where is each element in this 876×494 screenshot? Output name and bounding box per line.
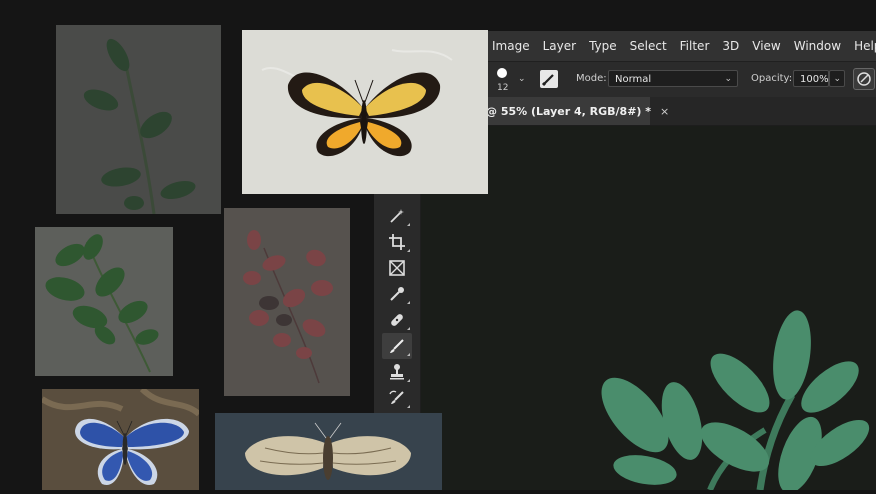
pink-leaves-photo <box>224 208 350 396</box>
healing-brush-icon <box>391 314 403 326</box>
menu-select[interactable]: Select <box>624 39 674 53</box>
mode-dropdown[interactable]: Normal ⌄ <box>608 70 738 87</box>
document-tab[interactable]: @ 55% (Layer 4, RGB/8#) * × <box>486 97 669 125</box>
frame-tool[interactable] <box>382 255 412 281</box>
brush-size-value: 12 <box>497 83 509 93</box>
opacity-value: 100% <box>800 74 829 85</box>
opacity-label: Opacity: <box>751 73 793 84</box>
opacity-dropdown-button[interactable]: ⌄ <box>829 70 845 87</box>
eyedropper-icon <box>390 287 404 301</box>
chevron-down-icon[interactable]: ⌄ <box>518 74 526 84</box>
crop-tool[interactable] <box>382 229 412 255</box>
brush-icon <box>390 339 404 353</box>
green-leaves-photo <box>35 227 173 376</box>
moth-photo <box>215 413 442 490</box>
document-title: @ 55% (Layer 4, RGB/8#) * <box>486 104 652 118</box>
blue-butterfly-photo <box>42 389 199 490</box>
document-canvas[interactable] <box>420 125 876 494</box>
frame-icon <box>389 260 405 276</box>
history-brush-tool[interactable] <box>382 385 412 411</box>
menu-help[interactable]: Help <box>848 39 876 53</box>
pressure-opacity-button[interactable] <box>853 68 875 90</box>
close-icon[interactable]: × <box>660 105 669 118</box>
leaf-sprig-photo <box>56 25 221 214</box>
mode-label: Mode: <box>576 73 607 84</box>
menu-image[interactable]: Image <box>486 39 537 53</box>
magic-wand-tool[interactable] <box>382 203 412 229</box>
menu-view[interactable]: View <box>746 39 787 53</box>
brush-tool[interactable] <box>382 333 412 359</box>
menu-3d[interactable]: 3D <box>716 39 746 53</box>
document-tab-bar: @ 55% (Layer 4, RGB/8#) * × <box>486 97 876 126</box>
clone-stamp-icon <box>390 364 404 380</box>
menu-layer[interactable]: Layer <box>537 39 583 53</box>
crop-icon <box>389 234 405 250</box>
brush-panel-icon <box>541 74 554 87</box>
brush-settings-button[interactable] <box>540 70 558 88</box>
healing-brush-tool[interactable] <box>382 307 412 333</box>
painted-leaves-artwork <box>601 310 870 494</box>
magic-wand-icon <box>390 209 404 223</box>
chevron-down-icon: ⌄ <box>724 74 732 84</box>
brush-preset-icon[interactable] <box>497 68 507 78</box>
menu-bar: Image Layer Type Select Filter 3D View W… <box>486 31 876 61</box>
menu-window[interactable]: Window <box>788 39 848 53</box>
mode-value: Normal <box>615 74 652 85</box>
menu-type[interactable]: Type <box>583 39 624 53</box>
pressure-icon <box>857 72 871 86</box>
butterfly-yellow-photo <box>242 30 488 194</box>
menu-filter[interactable]: Filter <box>674 39 717 53</box>
opacity-input[interactable]: 100% <box>793 70 829 87</box>
chevron-down-icon: ⌄ <box>833 74 841 84</box>
eyedropper-tool[interactable] <box>382 281 412 307</box>
clone-stamp-tool[interactable] <box>382 359 412 385</box>
history-brush-icon <box>389 390 404 404</box>
